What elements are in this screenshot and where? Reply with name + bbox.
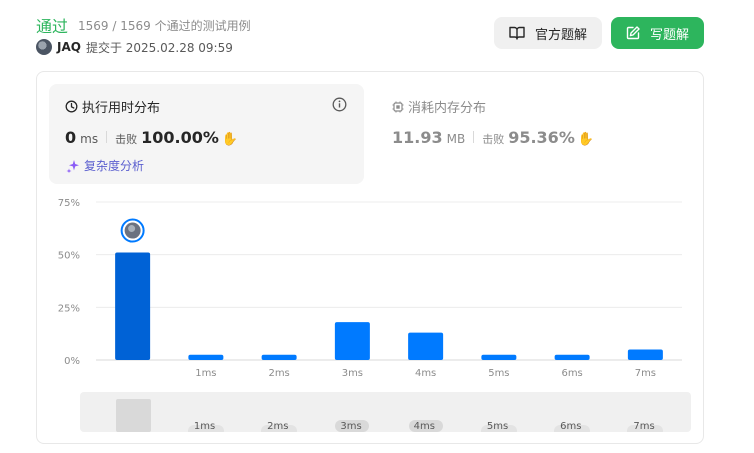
x-tick-label: 4ms [415,368,436,379]
scroll-item-label[interactable]: 7ms [633,421,654,432]
chart-bar[interactable] [334,322,370,360]
chart-bar[interactable] [261,354,297,360]
y-tick-label: 0% [64,356,80,367]
x-tick-label: 2ms [268,368,289,379]
user-marker-avatar [120,218,145,243]
chart-bar[interactable] [481,354,517,360]
x-tick-label: 6ms [561,368,582,379]
scroll-item-label[interactable]: 3ms [340,421,361,432]
scroll-item-label[interactable]: 1ms [194,421,215,432]
scroll-item-label[interactable]: 4ms [414,421,435,432]
scroll-item-label[interactable]: 6ms [560,421,581,432]
chart-bar[interactable] [188,354,224,360]
chart-bar[interactable] [115,252,151,360]
chart-bar[interactable] [627,349,663,360]
y-tick-label: 25% [58,303,80,314]
runtime-distribution-chart: 0% 25% 50% 75% 1ms 2ms 3ms 4ms 5ms 6ms 7ms [58,198,682,379]
x-tick-label: 7ms [635,368,656,379]
y-tick-label: 75% [58,198,80,209]
scroll-selected-block[interactable] [115,399,151,432]
x-tick-label: 5ms [488,368,509,379]
scroll-item-label[interactable]: 2ms [267,421,288,432]
scroll-item-label[interactable]: 5ms [487,421,508,432]
x-tick-label: 1ms [195,368,216,379]
y-tick-label: 50% [58,251,80,262]
x-tick-label: 3ms [342,368,363,379]
chart-bar[interactable] [408,332,444,360]
chart-bar[interactable] [554,354,590,360]
chart-scroll-panel[interactable]: 1ms 2ms 3ms 4ms 5ms 6ms 7ms [80,392,691,432]
